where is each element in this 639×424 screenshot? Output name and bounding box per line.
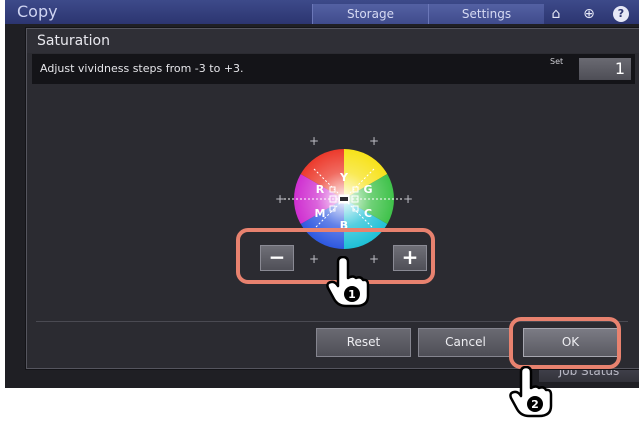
cancel-button[interactable]: Cancel bbox=[418, 328, 513, 357]
tab-storage[interactable]: Storage bbox=[312, 4, 428, 24]
globe-icon[interactable]: ⊕ bbox=[581, 6, 597, 22]
wheel-letter-r: R bbox=[316, 183, 325, 196]
wheel-letter-c: C bbox=[364, 207, 372, 220]
step-2-number: 2 bbox=[531, 398, 539, 411]
svg-text:+: + bbox=[275, 192, 285, 206]
dialog-title: Saturation bbox=[27, 29, 639, 53]
wheel-letter-g: G bbox=[363, 183, 372, 196]
pointer-hand-icon: 2 bbox=[509, 366, 553, 418]
wheel-letter-m: M bbox=[315, 207, 326, 220]
set-value-display: 1 bbox=[579, 58, 631, 80]
svg-text:+: + bbox=[309, 134, 319, 148]
app-title: Copy bbox=[17, 2, 58, 21]
tab-settings[interactable]: Settings bbox=[428, 4, 544, 24]
reset-button[interactable]: Reset bbox=[316, 328, 411, 357]
top-bar: Copy Storage Settings ⌂ ⊕ ? bbox=[5, 0, 639, 24]
set-label: Set bbox=[550, 57, 564, 66]
home-icon[interactable]: ⌂ bbox=[548, 6, 564, 22]
step-1-number: 1 bbox=[348, 288, 356, 301]
svg-text:+: + bbox=[369, 134, 379, 148]
help-icon[interactable]: ? bbox=[613, 6, 629, 22]
ok-callout bbox=[509, 317, 621, 369]
description-bar: Adjust vividness steps from -3 to +3. Se… bbox=[32, 54, 635, 84]
description-text: Adjust vividness steps from -3 to +3. bbox=[40, 62, 244, 75]
pointer-hand-icon: 1 bbox=[326, 256, 370, 308]
svg-text:+: + bbox=[403, 192, 413, 206]
wheel-letter-y: Y bbox=[339, 171, 349, 184]
